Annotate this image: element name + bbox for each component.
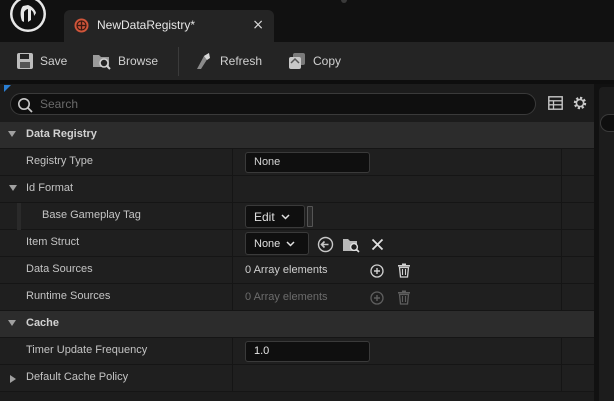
registry-type-field[interactable]: None [245,152,370,173]
column-splitter [561,176,562,203]
column-splitter[interactable] [232,149,233,176]
property-row-default-cache-policy[interactable]: Default Cache Policy [0,365,594,392]
column-splitter [561,149,562,176]
column-splitter[interactable] [232,284,233,311]
save-label: Save [40,54,68,68]
refresh-button[interactable]: Refresh [194,50,262,72]
chevron-down-icon[interactable] [8,320,16,326]
column-splitter [561,230,562,257]
item-struct-value: None [254,237,281,250]
property-label: Default Cache Policy [26,371,129,383]
category-data-registry[interactable]: Data Registry [0,122,594,149]
copy-button[interactable]: Copy [287,50,341,72]
column-splitter [561,338,562,365]
column-splitter [561,365,562,392]
secondary-panel [594,84,614,401]
property-row-item-struct: Item Struct None [0,230,594,257]
property-label: Timer Update Frequency [26,344,148,356]
property-row-data-sources: Data Sources 0 Array elements [0,257,594,284]
column-splitter[interactable] [232,365,233,392]
column-splitter[interactable] [232,176,233,203]
column-splitter[interactable] [232,203,233,230]
browse-asset-icon[interactable] [342,236,360,253]
gear-icon[interactable] [572,95,588,111]
toolbar-separator [178,47,179,76]
delete-icon[interactable] [397,263,411,278]
use-selected-icon[interactable] [317,236,334,253]
indent-guide [17,203,21,230]
search-box [10,93,536,115]
asset-toolbar: Save Browse Refresh Copy [0,42,614,80]
title-bar: NewDataRegistry* × [0,0,614,42]
chevron-down-icon[interactable] [8,131,16,137]
add-icon[interactable] [370,264,384,278]
property-row-base-gameplay-tag: Base Gameplay Tag Edit [0,203,594,230]
column-splitter[interactable] [232,230,233,257]
category-cache[interactable]: Cache [0,311,594,338]
property-list: Data Registry Registry Type None Id Form… [0,122,594,392]
secondary-search-box[interactable] [600,114,614,132]
property-label: Data Sources [26,263,93,275]
property-row-runtime-sources: Runtime Sources 0 Array elements [0,284,594,311]
item-struct-combo[interactable]: None [245,232,309,255]
column-splitter[interactable] [232,257,233,284]
refresh-icon [197,53,210,69]
category-label: Cache [26,317,60,329]
copy-icon [289,53,305,69]
column-splitter [561,257,562,284]
window-edge-marker [341,0,347,3]
grid-icon[interactable] [548,96,563,110]
refresh-label: Refresh [220,54,263,68]
chevron-down-icon [281,213,290,220]
property-label: Base Gameplay Tag [42,209,141,221]
column-splitter [561,203,562,230]
runtime-sources-count: 0 Array elements [245,291,328,303]
chevron-right-icon[interactable] [10,375,16,383]
property-row-registry-type: Registry Type None [0,149,594,176]
close-icon[interactable]: × [252,17,264,33]
chevron-down-icon [286,240,295,247]
property-label: Registry Type [26,155,94,167]
property-label: Id Format [26,182,74,194]
chevron-down-icon[interactable] [9,185,17,191]
browse-label: Browse [118,54,159,68]
data-registry-icon [74,18,89,33]
secondary-panel-body [599,87,614,401]
tab-title: NewDataRegistry* [97,18,196,32]
property-row-id-format[interactable]: Id Format [0,176,594,203]
property-row-timer-update-frequency: Timer Update Frequency 1.0 [0,338,594,365]
data-sources-count: 0 Array elements [245,264,328,276]
panel-active-marker [4,85,11,92]
save-button[interactable]: Save [16,50,67,72]
tab-new-data-registry[interactable]: NewDataRegistry* × [64,10,274,42]
property-label: Item Struct [26,236,80,248]
clear-icon[interactable] [371,238,384,251]
browse-icon [93,55,111,70]
column-splitter [561,284,562,311]
copy-label: Copy [313,54,342,68]
edit-label: Edit [254,209,275,224]
search-icon [18,98,33,113]
search-input[interactable] [40,96,520,112]
unreal-logo-icon[interactable] [6,0,50,38]
browse-button[interactable]: Browse [92,50,158,72]
category-label: Data Registry [26,128,97,140]
add-icon [370,291,384,305]
delete-icon [398,290,410,305]
base-gameplay-tag-edit-button[interactable]: Edit [245,205,305,228]
tag-container-indicator [307,206,313,227]
details-panel: Data Registry Registry Type None Id Form… [0,84,594,401]
timer-update-frequency-input[interactable]: 1.0 [245,341,370,362]
save-icon [17,53,33,69]
property-label: Runtime Sources [26,290,111,302]
column-splitter[interactable] [232,338,233,365]
